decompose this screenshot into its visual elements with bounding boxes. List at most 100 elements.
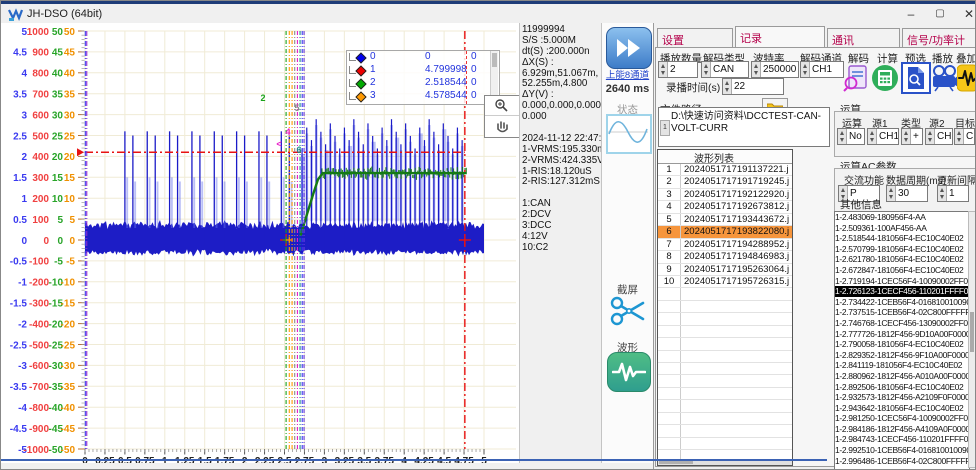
ops-source1-select[interactable]: CH1: [867, 128, 899, 145]
ops-select[interactable]: No: [837, 128, 865, 145]
table-row[interactable]: 82024051717194846983.j: [658, 251, 792, 263]
frame-item[interactable]: 1-2.992510-1CEB56F4-016810010090A15A: [835, 445, 969, 456]
cursor-legend[interactable]: 00014.799998022.518544034.5785440: [346, 50, 500, 105]
tab-设置[interactable]: 设置: [657, 28, 733, 47]
table-row[interactable]: [658, 388, 792, 400]
scissors-icon[interactable]: [609, 293, 647, 329]
play-icon[interactable]: [930, 63, 958, 93]
other-info-label: 其他信息: [840, 197, 882, 212]
decode-type-select[interactable]: CAN: [701, 61, 749, 78]
decode-channel-select[interactable]: CH1: [800, 61, 844, 78]
frame-item[interactable]: 1-2.737515-1CEB56F4-02C800FFFFFFFFFF: [835, 307, 969, 318]
svg-text:-0.5: -0.5: [10, 257, 28, 268]
waveform-table-header: 波形列表: [658, 150, 792, 164]
legend-row[interactable]: 14.7999980: [347, 64, 499, 77]
path-index-stepper[interactable]: 1: [660, 120, 670, 136]
table-row[interactable]: 92024051717195263064.j: [658, 264, 792, 276]
svg-text:5: 5: [57, 215, 63, 226]
row-filename: 2024051717193443672.j: [681, 214, 789, 225]
frame-item[interactable]: 1-2.880962-1812F456-A010A00F0000FD: [835, 371, 969, 382]
legend-row[interactable]: 22.5185440: [347, 77, 499, 90]
calc-icon[interactable]: [871, 63, 899, 93]
frame-item[interactable]: 1-2.719194-1CEC56F4-10090002FF001100: [835, 276, 969, 287]
frame-item[interactable]: 1-2.621780-181056F4-EC10C40E02: [835, 254, 969, 265]
table-row[interactable]: 72024051717194288952.j: [658, 239, 792, 251]
ac-period-stepper[interactable]: 30: [886, 185, 928, 202]
frame-item[interactable]: 1-2.746768-1CECF456-13090002FF001100: [835, 318, 969, 329]
tab-通讯[interactable]: 通讯: [827, 28, 900, 47]
frame-item[interactable]: 1-2.996486-1CEB56F4-02C800FFFFFFFFFF: [835, 456, 969, 467]
frame-item[interactable]: 1-2.483069-180956F4-AA: [835, 212, 969, 223]
frame-item[interactable]: 1-2.734422-1CEB56F4-016810010090A15A: [835, 297, 969, 308]
waveform-table[interactable]: 波形列表12024051717191137221.j22024051717191…: [657, 149, 793, 466]
frame-item[interactable]: 1-2.841119-181056F4-EC10C40E02: [835, 360, 969, 371]
table-row[interactable]: [658, 301, 792, 313]
frame-item[interactable]: 1-2.509361-100AF456-AA: [835, 223, 969, 234]
frame-item[interactable]: 1-2.790058-181056F4-EC10C40E02: [835, 339, 969, 350]
maximize-icon[interactable]: ▢: [929, 6, 951, 22]
control-column: 上能8通道 2640 ms 状态 截屏 波形: [602, 23, 653, 463]
tab-记录[interactable]: 记录: [735, 26, 825, 47]
row-index: 7: [658, 239, 681, 250]
playback-count-stepper[interactable]: 2: [658, 61, 698, 78]
baud-stepper[interactable]: 250000: [751, 61, 799, 78]
table-row[interactable]: [658, 363, 792, 375]
frame-item[interactable]: 1-2.777726-1812F456-9D10A00F0000FD: [835, 329, 969, 340]
minimize-icon[interactable]: –: [900, 6, 922, 22]
table-row[interactable]: [658, 338, 792, 350]
table-row[interactable]: 32024051717192122920.j: [658, 189, 792, 201]
status-sine-icon[interactable]: [606, 114, 652, 154]
table-row[interactable]: [658, 413, 792, 425]
pan-hand-icon[interactable]: [485, 116, 519, 135]
legend-row[interactable]: 000: [347, 51, 499, 64]
table-row[interactable]: [658, 288, 792, 300]
frame-item[interactable]: 1-2.943642-181056F4-EC10C40E02: [835, 403, 969, 414]
waveform-button[interactable]: [607, 352, 651, 392]
table-row[interactable]: [658, 351, 792, 363]
table-row[interactable]: [658, 438, 792, 450]
table-row[interactable]: 102024051717195726315.j: [658, 276, 792, 288]
record-time-stepper[interactable]: 22: [722, 78, 784, 95]
close-icon[interactable]: ✕: [958, 6, 976, 22]
table-row[interactable]: 22024051717191719245.j: [658, 176, 792, 188]
frame-item[interactable]: 1-2.726123-1CECF456-110201FFFF001100: [835, 286, 969, 297]
table-row[interactable]: 52024051717193443672.j: [658, 214, 792, 226]
table-row[interactable]: 42024051717192673812.j: [658, 201, 792, 213]
frame-item[interactable]: 1-2.518544-181056F4-EC10C40E02: [835, 233, 969, 244]
channel-page-link[interactable]: 上能8通道: [602, 67, 653, 81]
table-row[interactable]: [658, 400, 792, 412]
zoom-in-icon[interactable]: [485, 96, 519, 116]
frame-item[interactable]: 1-2.672847-181056F4-EC10C40E02: [835, 265, 969, 276]
preview-icon[interactable]: [901, 62, 931, 94]
legend-channel-index: 1: [370, 64, 376, 75]
svg-text:15: 15: [52, 173, 64, 184]
overlay-icon[interactable]: [957, 63, 976, 93]
ops-source2-select[interactable]: CH2: [925, 128, 953, 145]
ac-interval-stepper[interactable]: 1: [937, 185, 969, 202]
frame-item[interactable]: 1-2.984743-1CECF456-110201FFFF001100: [835, 434, 969, 445]
frame-item[interactable]: 1-2.892506-181056F4-EC10C40E02: [835, 382, 969, 393]
tab-信号/功率计[interactable]: 信号/功率计: [902, 28, 976, 47]
legend-marker-icon: [355, 52, 366, 63]
frame-item[interactable]: 1-2.984186-1812F456-A4109A0F0000FD: [835, 424, 969, 435]
frame-item[interactable]: 1-2.932573-1812F456-A2109F0F0000FD: [835, 392, 969, 403]
table-row[interactable]: 12024051717191137221.j: [658, 164, 792, 176]
legend-row[interactable]: 34.5785440: [347, 90, 499, 103]
table-row[interactable]: [658, 313, 792, 325]
legend-cursor-value: 2.518544: [425, 77, 467, 88]
frame-list[interactable]: 1-2.483069-180956F4-AA1-2.509361-100AF45…: [834, 211, 970, 470]
table-row[interactable]: [658, 326, 792, 338]
fast-forward-button[interactable]: [606, 27, 652, 69]
frame-item[interactable]: 1-2.981250-1CEC56F4-10090002FF001100: [835, 413, 969, 424]
ops-target-select[interactable]: CH2: [954, 128, 975, 145]
table-row[interactable]: [658, 425, 792, 437]
frame-list-scrollbar[interactable]: [968, 211, 976, 468]
decode-icon[interactable]: [842, 63, 870, 93]
frame-item[interactable]: 1-2.829352-1812F456-9F10A00F0000FD: [835, 350, 969, 361]
ops-type-select[interactable]: +: [901, 128, 923, 145]
table-row[interactable]: [658, 375, 792, 387]
table-row[interactable]: 62024051717193822080.j: [658, 226, 792, 238]
frame-item[interactable]: 1-2.570799-181056F4-EC10C40E02: [835, 244, 969, 255]
file-path-field[interactable]: 1 D:\快速访问资料\DCCTEST-CAN-VOLT-CURR: [658, 107, 830, 147]
oscilloscope-chart[interactable]: 54.543.532.521.510.50-0.5-1-1.5-2-2.5-3-…: [1, 23, 519, 463]
